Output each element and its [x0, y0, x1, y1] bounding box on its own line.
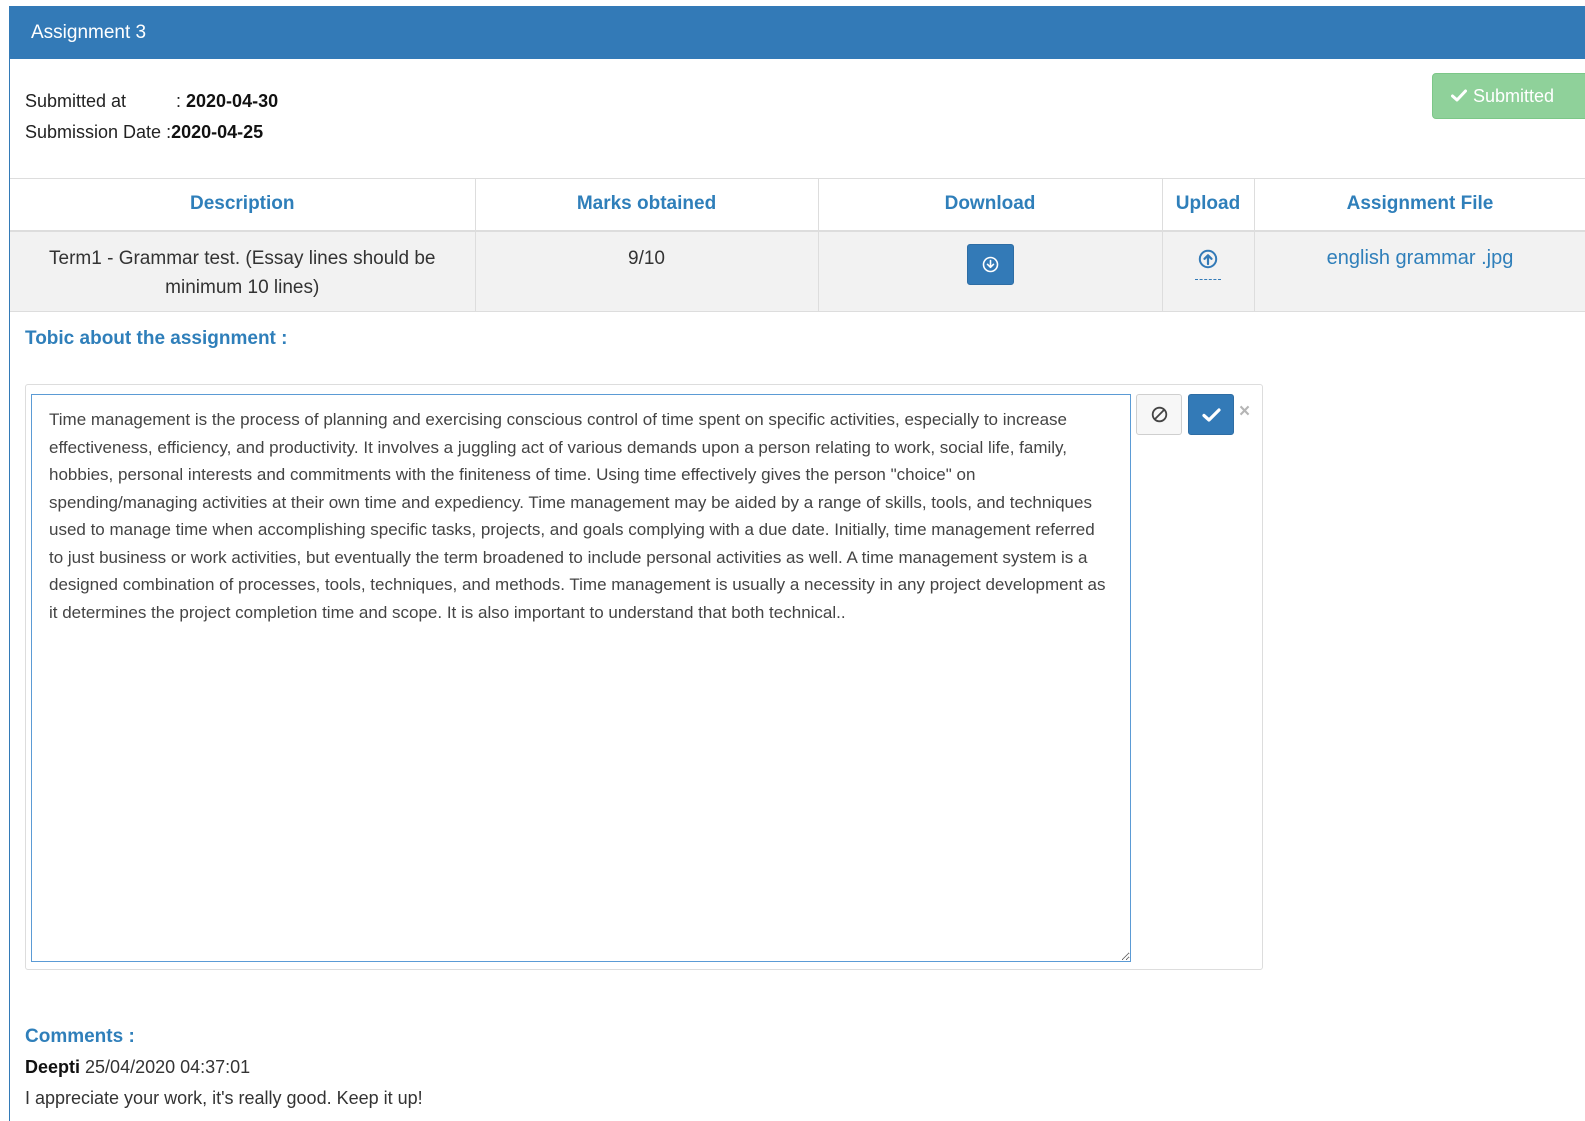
submission-date-label: Submission Date :	[25, 122, 172, 142]
cell-description: Term1 - Grammar test. (Essay lines shoul…	[10, 230, 476, 312]
assignment-table: Description Marks obtained Download Uplo…	[10, 178, 1585, 312]
assignment-panel: Assignment 3 Submitted at: 2020-04-30 Su…	[9, 6, 1585, 1121]
submitted-at-label: Submitted at	[25, 91, 127, 111]
cell-marks: 9/10	[475, 230, 819, 312]
submitted-status-label: Submitted	[1473, 86, 1555, 106]
check-icon	[1451, 74, 1467, 118]
comments-title: Comments :	[25, 1026, 135, 1047]
cell-download	[818, 230, 1163, 312]
topic-textarea[interactable]: Time management is the process of planni…	[31, 394, 1131, 962]
upload-circle-icon	[1198, 249, 1218, 268]
submission-date-row: Submission Date : 2020-04-25	[25, 117, 278, 148]
upload-button[interactable]	[1195, 244, 1221, 280]
submission-meta: Submitted at: 2020-04-30 Submission Date…	[25, 86, 278, 148]
comment-text: I appreciate your work, it's really good…	[25, 1088, 423, 1108]
header-upload: Upload	[1162, 178, 1255, 232]
save-edit-button[interactable]	[1188, 394, 1234, 435]
submitted-at-value: 2020-04-30	[186, 91, 279, 111]
check-icon	[1202, 408, 1221, 422]
comment-author: Deepti	[25, 1057, 81, 1077]
upload-underline	[1195, 278, 1221, 280]
header-assignment-file: Assignment File	[1254, 178, 1585, 232]
download-button[interactable]	[966, 243, 1014, 285]
table-header-row: Description Marks obtained Download Uplo…	[10, 178, 1585, 232]
cell-upload	[1162, 230, 1255, 312]
comment-timestamp: 25/04/2020 04:37:01	[85, 1057, 251, 1077]
topic-editor: Time management is the process of planni…	[25, 384, 1263, 970]
submitted-at-separator: :	[176, 91, 187, 111]
panel-title: Assignment 3	[10, 6, 1585, 59]
cancel-edit-button[interactable]	[1136, 394, 1182, 435]
table-row: Term1 - Grammar test. (Essay lines shoul…	[10, 230, 1585, 312]
cell-assignment-file: english grammar .jpg	[1254, 230, 1585, 312]
header-description: Description	[10, 178, 476, 232]
ban-icon	[1151, 406, 1168, 423]
header-download: Download	[818, 178, 1163, 232]
comment-header: Deepti 25/04/2020 04:37:01	[25, 1052, 423, 1083]
header-marks: Marks obtained	[475, 178, 819, 232]
topic-title: Tobic about the assignment :	[25, 328, 288, 349]
assignment-file-link[interactable]: english grammar .jpg	[1327, 247, 1514, 269]
submitted-status-button[interactable]: Submitted	[1432, 73, 1585, 119]
submitted-at-row: Submitted at: 2020-04-30	[25, 86, 278, 117]
close-icon[interactable]: ×	[1239, 401, 1250, 423]
submission-date-value: 2020-04-25	[171, 122, 264, 142]
download-circle-icon	[982, 256, 998, 272]
comments-section: Comments : Deepti 25/04/2020 04:37:01 I …	[25, 1021, 423, 1114]
